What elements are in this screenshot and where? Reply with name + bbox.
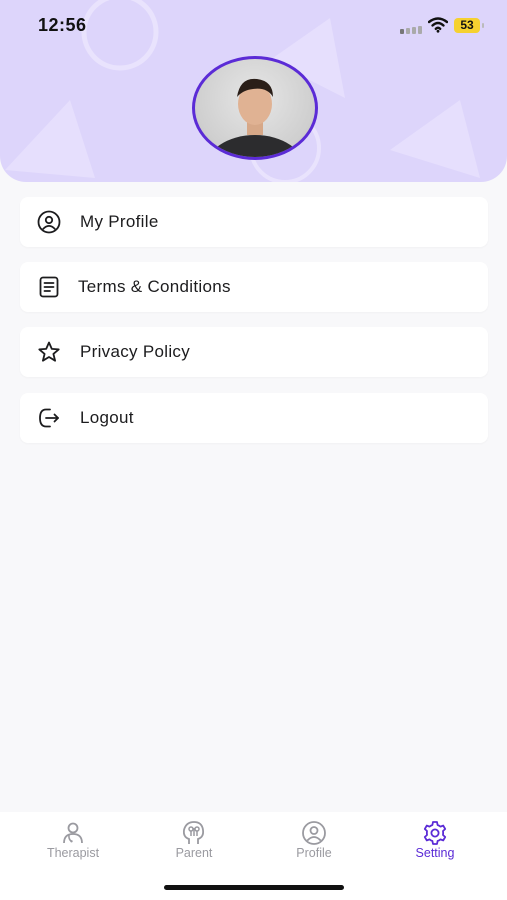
menu-terms-conditions[interactable]: Terms & Conditions (20, 262, 488, 312)
tab-label: Profile (296, 846, 332, 860)
cellular-signal-icon (400, 26, 422, 34)
menu-label: Privacy Policy (80, 342, 191, 361)
battery-tip (482, 23, 484, 28)
tab-therapist[interactable]: Therapist (23, 820, 123, 860)
menu-logout[interactable]: Logout (20, 393, 488, 443)
tab-profile[interactable]: Profile (264, 820, 364, 860)
star-icon (38, 341, 60, 362)
status-bar: 12:56 53 (0, 0, 507, 52)
gear-icon (423, 821, 447, 845)
document-icon (39, 276, 59, 298)
menu-privacy-policy[interactable]: Privacy Policy (20, 327, 488, 377)
avatar[interactable] (192, 56, 318, 160)
menu-my-profile[interactable]: My Profile (20, 197, 488, 247)
tab-label: Therapist (46, 846, 100, 860)
tab-label: Parent (175, 846, 213, 860)
menu-label: Terms & Conditions (78, 277, 231, 296)
status-time: 12:56 (38, 15, 87, 35)
wifi-icon (428, 17, 448, 33)
logout-icon (39, 408, 59, 428)
therapist-icon (63, 822, 83, 844)
home-indicator (164, 885, 344, 890)
tab-label: Setting (415, 846, 455, 860)
tab-parent[interactable]: Parent (144, 820, 244, 860)
battery-indicator: 53 (454, 18, 480, 33)
parent-icon (182, 821, 205, 844)
menu-label: Logout (80, 408, 134, 427)
profile-icon (302, 821, 326, 845)
user-circle-icon (37, 210, 61, 234)
avatar-photo (208, 78, 302, 157)
menu-label: My Profile (80, 212, 159, 231)
tab-setting[interactable]: Setting (385, 820, 485, 860)
